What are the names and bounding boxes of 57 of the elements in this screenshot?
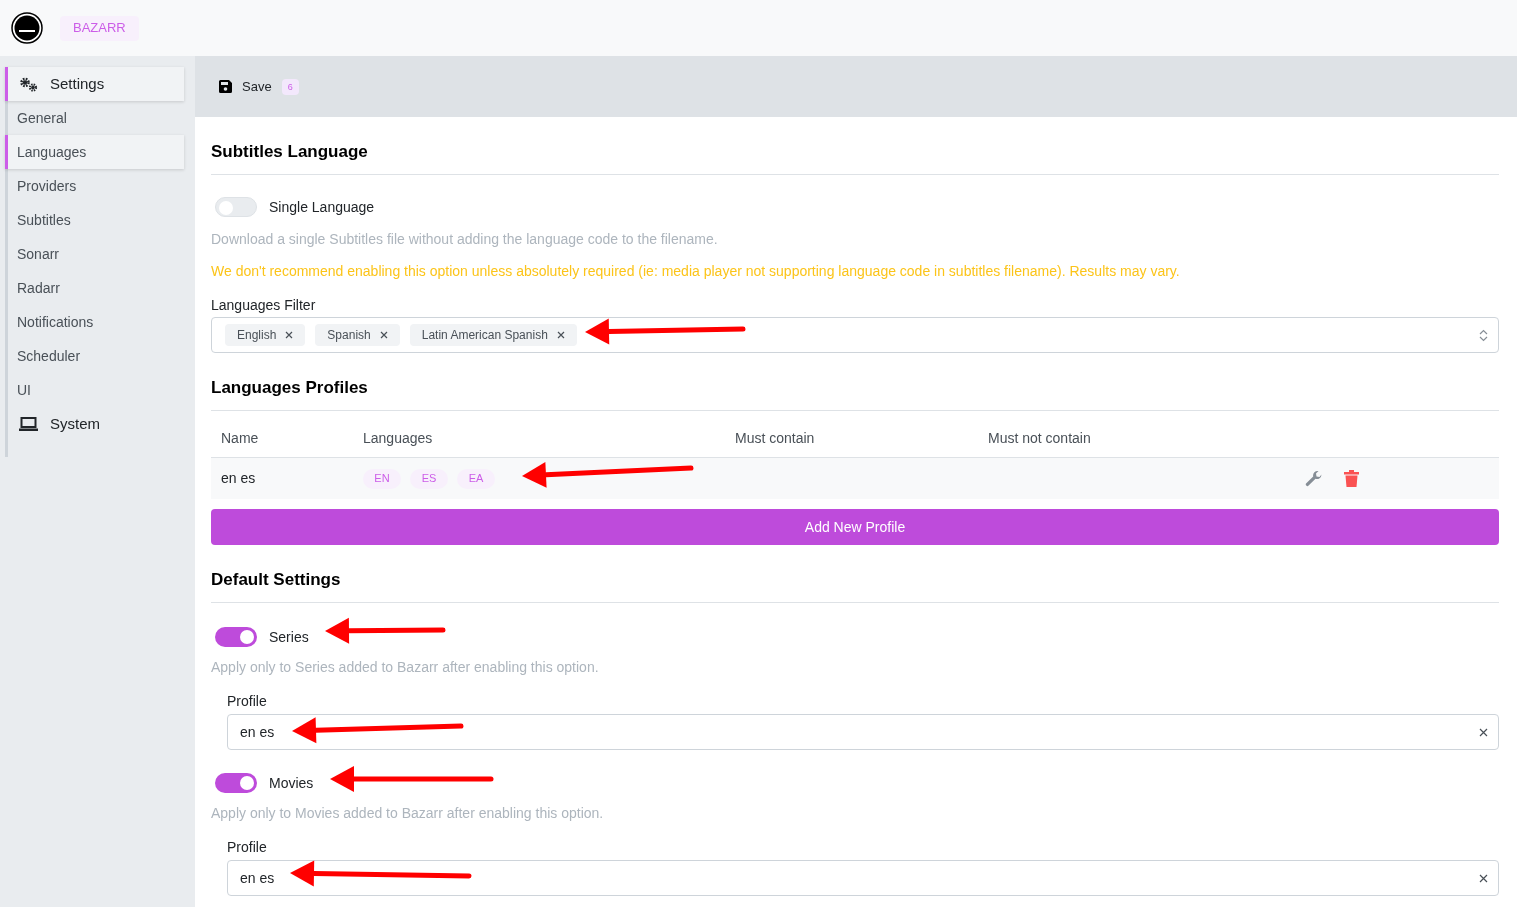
language-tag: Latin American Spanish (409, 324, 577, 346)
gears-icon (19, 76, 38, 92)
language-tag: English (225, 324, 306, 346)
field-label: Profile (227, 692, 268, 711)
profile-select[interactable]: en es (227, 860, 1499, 896)
logo-icon (11, 12, 43, 44)
sidebar-item[interactable]: UI (5, 373, 184, 407)
sidebar-item[interactable]: Subtitles (5, 203, 184, 237)
clear-icon[interactable] (1479, 727, 1488, 737)
add-profile-button[interactable]: Add New Profile (211, 509, 1499, 545)
sidebar-item[interactable]: Languages (5, 135, 184, 169)
sidebar-item[interactable]: Providers (5, 169, 184, 203)
sidebar-section[interactable]: System (5, 407, 184, 441)
section-title: Default Settings (211, 569, 342, 591)
count-badge: 6 (281, 78, 299, 95)
table-cell-text: en es (221, 469, 257, 488)
chevron-up-down-icon (1479, 328, 1488, 342)
sidebar-section[interactable]: Settings (5, 67, 184, 101)
remove-icon[interactable] (556, 331, 565, 339)
toggle-label: Movies (269, 773, 314, 793)
wrench-icon[interactable] (1305, 469, 1323, 488)
remove-icon[interactable] (379, 331, 388, 339)
section-title: Languages Profiles (211, 377, 369, 399)
trash-icon[interactable] (1344, 470, 1359, 487)
warning-text: We don't recommend enabling this option unless absolutely required (ie: media player not supporting language code in subtitles filename). Results may vary. (211, 262, 1181, 281)
sidebar-item[interactable]: Sonarr (5, 237, 184, 271)
option-description: Apply only to Series added to Bazarr after enabling this option. (211, 658, 600, 677)
app-name: BAZARR (60, 15, 139, 41)
language-pill: ES (410, 468, 448, 489)
field-label: Profile (227, 838, 268, 857)
toggle-label: Series (269, 627, 309, 647)
section-title: Subtitles Language (211, 141, 369, 163)
save-button[interactable]: Save (219, 76, 272, 97)
toggle-switch[interactable] (215, 627, 257, 647)
option-description: Download a single Subtitles file without adding the language code to the filename. (211, 230, 719, 249)
laptop-icon (19, 417, 38, 431)
profile-select[interactable]: en es (227, 714, 1499, 750)
sidebar-item[interactable]: Notifications (5, 305, 184, 339)
toggle-label: Single Language (269, 197, 375, 217)
column-header: Languages (363, 428, 434, 448)
language-tag: Spanish (315, 324, 400, 346)
save-icon (219, 80, 232, 93)
clear-icon[interactable] (1479, 873, 1488, 883)
toggle-switch[interactable] (215, 773, 257, 793)
sidebar-item[interactable]: Scheduler (5, 339, 184, 373)
remove-icon[interactable] (285, 331, 294, 339)
language-pill: EN (363, 468, 401, 489)
toggle-switch[interactable] (215, 197, 257, 217)
language-pill: EA (457, 468, 495, 489)
option-description: Apply only to Movies added to Bazarr after enabling this option. (211, 804, 605, 823)
languages-filter-select[interactable]: English Spanish Latin American Spanish (211, 317, 1499, 353)
column-header: Name (221, 428, 260, 448)
column-header: Must contain (735, 428, 816, 448)
sidebar-item[interactable]: General (5, 101, 184, 135)
field-label: Languages Filter (211, 296, 317, 315)
sidebar-item[interactable]: Radarr (5, 271, 184, 305)
column-header: Must not contain (988, 428, 1092, 448)
